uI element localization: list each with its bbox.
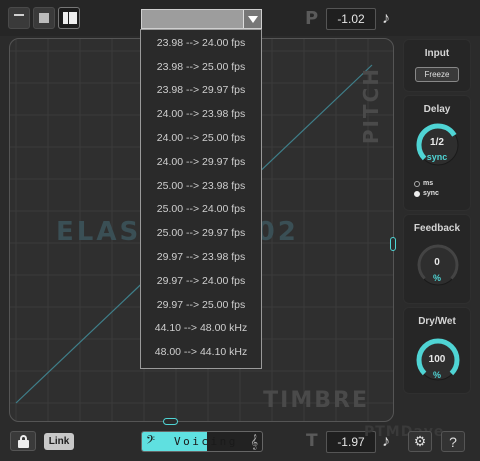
dropdown-option[interactable]: 24.00 --> 25.00 fps	[141, 126, 261, 150]
dropdown-option[interactable]: 24.00 --> 29.97 fps	[141, 150, 261, 174]
view-medium-button[interactable]	[33, 7, 55, 29]
feedback-section: Feedback 0 %	[403, 214, 471, 304]
gear-icon: ⚙	[413, 433, 427, 449]
dropdown-option[interactable]: 23.98 --> 29.97 fps	[141, 79, 261, 103]
radio-sync-dot	[414, 190, 420, 197]
timbre-axis-label: TIMBRE	[263, 388, 369, 413]
view-compact-button[interactable]	[8, 7, 30, 29]
drywet-value: 100	[428, 354, 446, 365]
dropdown-option[interactable]: 29.97 --> 24.00 fps	[141, 269, 261, 293]
radio-sync-label: sync	[423, 190, 439, 197]
feedback-title: Feedback	[413, 223, 461, 234]
dropdown-option[interactable]: 25.00 --> 24.00 fps	[141, 198, 261, 222]
input-section: Input Freeze	[403, 39, 471, 92]
mode-label: Voicing	[174, 435, 238, 448]
pitch-value-field[interactable]: -1.02	[326, 8, 376, 30]
drywet-section: Dry/Wet 100 %	[403, 307, 471, 394]
dropdown-arrow-button[interactable]	[243, 10, 261, 28]
timbre-note-icon[interactable]: ♪	[377, 431, 395, 453]
dropdown-option[interactable]: 23.98 --> 25.00 fps	[141, 55, 261, 79]
timbre-slider-handle[interactable]	[163, 418, 178, 425]
dropdown-option[interactable]: 25.00 --> 29.97 fps	[141, 221, 261, 245]
mode-selector[interactable]: 𝄢 Voicing 𝄞	[141, 431, 263, 452]
dropdown-option[interactable]: 29.97 --> 23.98 fps	[141, 245, 261, 269]
help-icon: ?	[449, 433, 457, 450]
freeze-button[interactable]: Freeze	[415, 67, 459, 82]
link-button[interactable]: Link	[44, 433, 74, 450]
radio-ms-label: ms	[423, 180, 434, 187]
medium-view-icon	[39, 13, 49, 23]
bass-clef-icon: 𝄢	[146, 433, 156, 449]
dropdown-option[interactable]: 29.97 --> 25.00 fps	[141, 293, 261, 317]
dropdown-option[interactable]: 25.00 --> 23.98 fps	[141, 174, 261, 198]
lock-button[interactable]	[10, 431, 36, 451]
timbre-letter: T	[306, 431, 318, 451]
input-title: Input	[424, 48, 450, 59]
dropdown-option[interactable]: 23.98 --> 24.00 fps	[141, 31, 261, 55]
delay-unit: sync	[426, 152, 448, 162]
preset-dropdown-menu: 23.98 --> 24.00 fps 23.98 --> 25.00 fps 23…	[140, 29, 262, 369]
treble-clef-icon: 𝄞	[250, 434, 258, 449]
dropdown-option[interactable]: 24.00 --> 23.98 fps	[141, 102, 261, 126]
radio-ms[interactable]: ms	[414, 180, 433, 187]
view-full-button[interactable]	[58, 7, 80, 29]
dropdown-option[interactable]: 44.10 --> 48.00 kHz	[141, 317, 261, 341]
delay-title: Delay	[423, 104, 451, 115]
delay-value: 1/2	[430, 137, 444, 148]
pitch-axis-label: PITCH	[359, 67, 383, 145]
feedback-unit: %	[432, 273, 441, 283]
compact-view-icon	[14, 14, 24, 16]
view-mode-group	[8, 7, 80, 29]
pitch-slider-handle[interactable]	[390, 237, 396, 251]
delay-section: Delay 1/2 sync ms sync	[403, 95, 471, 211]
chevron-down-icon	[247, 15, 258, 23]
dropdown-option[interactable]: 48.00 --> 44.10 kHz	[141, 340, 261, 364]
feedback-value: 0	[434, 257, 440, 268]
radio-ms-dot	[414, 180, 420, 187]
pitch-letter: P	[305, 8, 319, 29]
preset-select[interactable]	[141, 9, 262, 29]
drywet-unit: %	[432, 370, 441, 380]
radio-sync[interactable]: sync	[414, 190, 439, 197]
pitch-note-icon[interactable]: ♪	[377, 8, 395, 30]
drywet-title: Dry/Wet	[418, 316, 456, 327]
help-button[interactable]: ?	[441, 431, 465, 452]
full-view-icon	[63, 12, 68, 24]
settings-button[interactable]: ⚙	[408, 431, 432, 452]
